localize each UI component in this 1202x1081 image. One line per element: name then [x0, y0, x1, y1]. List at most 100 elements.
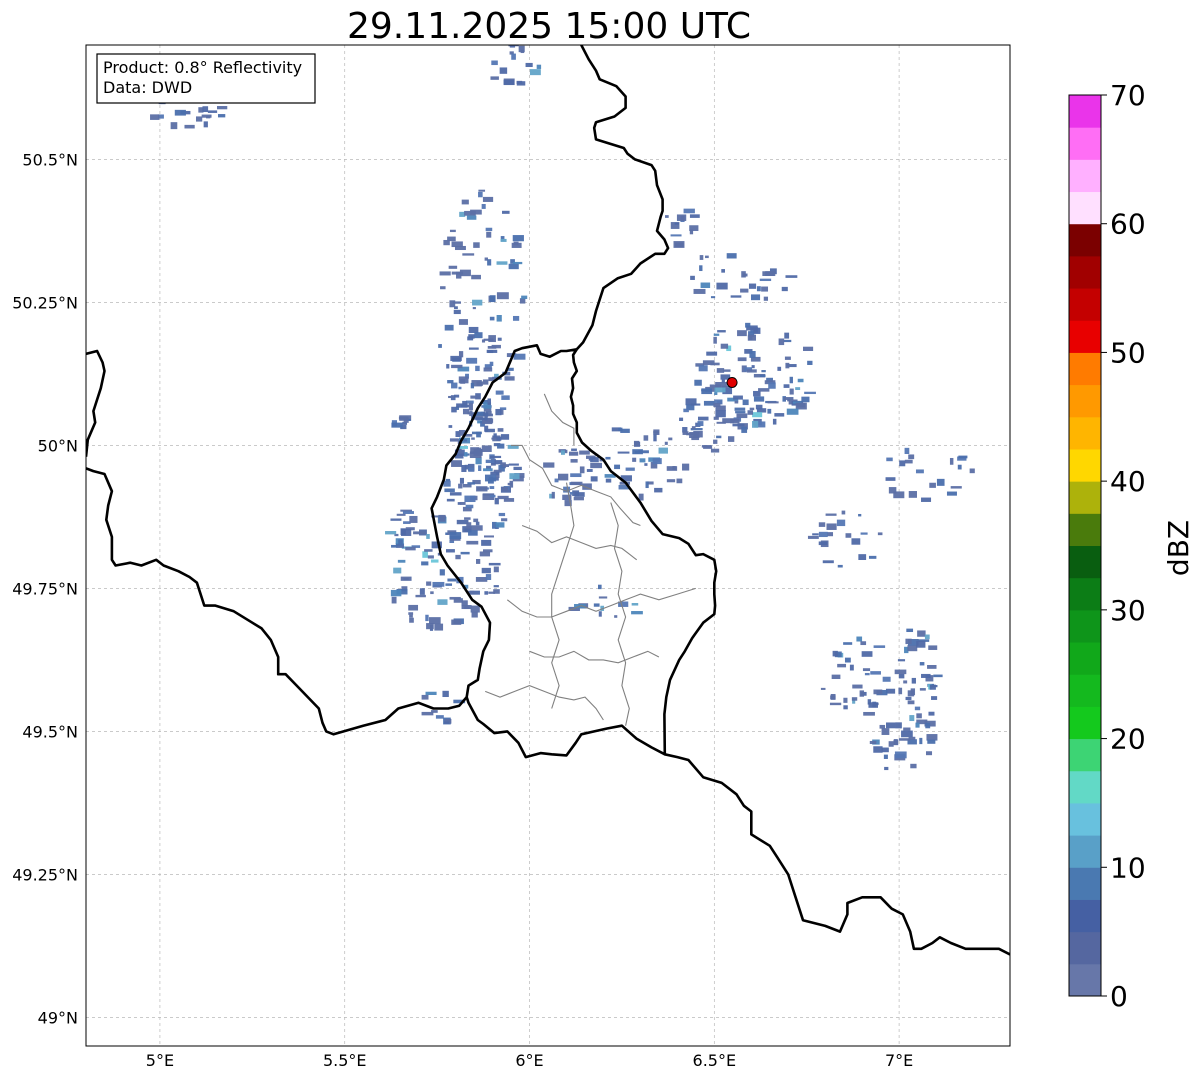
colorbar-segment [1069, 448, 1101, 482]
echo-cell [481, 445, 492, 452]
echo-cell [485, 428, 495, 433]
echo-cell [921, 673, 931, 678]
echo-cell [458, 446, 468, 449]
echo-cell [820, 687, 826, 690]
lat-tick-label: 50.5°N [22, 150, 78, 169]
echo-cell [470, 209, 482, 215]
echo-cell [632, 457, 637, 462]
echo-cell [639, 458, 646, 463]
colorbar-segment [1069, 609, 1101, 643]
echo-cell [925, 722, 931, 729]
colorbar-segment [1069, 963, 1101, 997]
echo-cell [461, 605, 472, 610]
echo-cell [471, 437, 475, 440]
echo-cell [919, 688, 926, 691]
echo-cell [449, 492, 462, 496]
echo-cell [676, 478, 683, 484]
echo-cell [590, 462, 603, 469]
echo-cell [485, 227, 493, 232]
echo-cell [931, 684, 938, 688]
echo-cell [593, 603, 600, 607]
echo-cell [449, 300, 456, 308]
echo-cell [570, 459, 578, 463]
echo-cell [690, 275, 695, 280]
colorbar-ticks: 0 10 20 30 40 50 60 70 [1101, 79, 1146, 1013]
echo-cell [426, 581, 432, 586]
colorbar-segment [1069, 255, 1101, 289]
echo-cell [732, 423, 745, 427]
echo-cell [713, 403, 721, 408]
echo-cell [625, 467, 635, 471]
echo-cell [720, 343, 729, 349]
echo-cell [881, 728, 890, 735]
echo-cell [653, 429, 660, 435]
echo-cell [489, 316, 495, 321]
echo-cell [716, 282, 728, 290]
echo-cell [481, 539, 492, 546]
echo-cell [485, 459, 495, 464]
echo-cell [207, 110, 218, 113]
echo-cell [675, 242, 684, 248]
echo-cell [644, 463, 648, 466]
echo-cell [451, 619, 462, 625]
echo-cell [481, 567, 491, 574]
echo-cell [831, 674, 841, 680]
colorbar-segment [1069, 352, 1101, 386]
echo-cell [836, 519, 846, 527]
echo-cell [614, 464, 621, 470]
echo-cell [910, 763, 917, 769]
echo-cell [710, 448, 720, 453]
echo-cell [586, 469, 593, 472]
echo-cell [150, 114, 160, 120]
echo-cell [400, 576, 412, 581]
echo-cell [742, 273, 748, 277]
echo-cell [475, 417, 488, 421]
echo-cell [508, 463, 519, 466]
echo-cell [886, 457, 893, 462]
colorbar-segment [1069, 320, 1101, 353]
lon-tick-label: 5°E [146, 1051, 174, 1070]
echo-cell [501, 395, 510, 400]
echo-cell [184, 124, 195, 129]
echo-cell [464, 528, 468, 533]
echo-cell [905, 638, 912, 645]
echo-cell [447, 236, 456, 242]
echo-cell [496, 436, 502, 441]
data-source-label: Data: DWD [103, 78, 192, 97]
echo-cell [830, 695, 836, 700]
echo-cell [482, 196, 494, 202]
echo-cell [851, 697, 858, 701]
echo-cell [827, 532, 834, 537]
echo-cell [721, 269, 725, 273]
colorbar-segment [1069, 159, 1101, 193]
echo-cell [924, 634, 930, 640]
echo-cell [713, 333, 720, 336]
echo-cell [837, 663, 847, 668]
echo-cell [898, 738, 911, 741]
echo-cell [451, 241, 463, 248]
colorbar-segment [1069, 642, 1101, 675]
echo-cell [571, 448, 577, 451]
colorbar-segment [1069, 223, 1101, 257]
echo-cell [482, 549, 493, 553]
lat-tick-label: 49.5°N [22, 722, 78, 741]
echo-cell [458, 351, 464, 358]
echo-cell [668, 437, 673, 441]
echo-cell [883, 754, 888, 759]
echo-cell [786, 408, 799, 415]
echo-cell [789, 388, 794, 395]
echo-cell [747, 410, 754, 415]
colorbar-segment [1069, 127, 1101, 160]
echo-cell [446, 364, 450, 369]
echo-cell [653, 434, 657, 442]
colorbar-segment [1069, 770, 1101, 804]
echo-cell [464, 517, 471, 520]
echo-cell [434, 623, 444, 631]
echo-cell [435, 715, 444, 719]
echo-cell [422, 551, 428, 558]
echo-cell [664, 441, 668, 445]
echo-cell [579, 466, 585, 474]
echo-cell [759, 278, 772, 282]
echo-cell [730, 295, 742, 298]
echo-cell [570, 473, 582, 478]
